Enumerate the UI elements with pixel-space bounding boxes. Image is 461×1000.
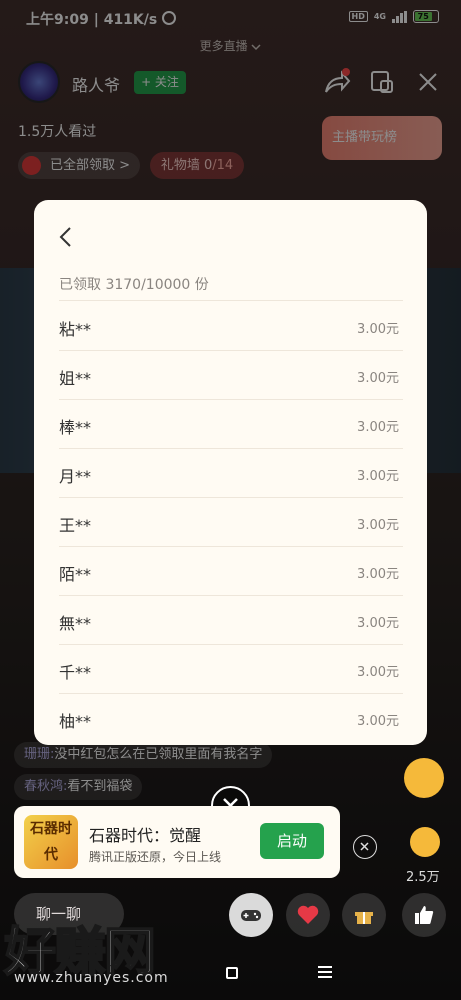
heart-icon [297,905,319,924]
record-name: 粘** [59,320,92,339]
record-amount: 3.00元 [357,371,399,386]
record-row: 棒** 3.00元 [59,399,399,448]
like-button[interactable] [286,893,330,937]
record-row: 月** 3.00元 [59,448,399,497]
record-amount: 3.00元 [357,420,399,435]
back-chevron-icon[interactable] [56,225,76,249]
record-amount: 3.00元 [357,567,399,582]
game-promo-card[interactable]: 石器时代 石器时代：觉醒 腾讯正版还原，今日上线 启动 [14,806,340,878]
game-logo: 石器时代 [24,815,78,869]
promo-subtitle: 腾讯正版还原，今日上线 [89,850,222,864]
record-row: 千** 3.00元 [59,644,399,693]
menu-button[interactable] [318,966,332,978]
record-amount: 3.00元 [357,469,399,484]
emoji-reaction [404,758,444,798]
record-amount: 3.00元 [357,714,399,729]
record-name: 月** [59,467,92,486]
like-count: 2.5万 [406,870,440,885]
record-row: 粘** 3.00元 [59,301,399,350]
record-amount: 3.00元 [357,665,399,680]
record-name: 陌** [59,565,92,584]
record-name: 無** [59,614,92,633]
claim-records-modal: 已领取 3170/10000 份 粘** 3.00元 姐** 3.00元 棒** 3.… [34,200,427,745]
record-name: 姐** [59,369,92,388]
record-row: 陌** 3.00元 [59,546,399,595]
chat-input[interactable]: 聊一聊 [14,893,124,935]
record-name: 棒** [59,418,92,437]
gift-icon [355,912,373,924]
promo-title: 石器时代：觉醒 [89,826,202,845]
launch-button[interactable]: 启动 [260,823,324,859]
thumbs-up-button[interactable] [402,893,446,937]
record-row: 姐** 3.00元 [59,350,399,399]
game-controller-icon [241,910,261,921]
record-name: 王** [59,516,92,535]
gift-button[interactable] [342,893,386,937]
close-icon [360,842,369,851]
game-button[interactable] [229,893,273,937]
record-row: 無** 3.00元 [59,595,399,644]
record-amount: 3.00元 [357,518,399,533]
record-amount: 3.00元 [357,322,399,337]
record-name: 千** [59,663,92,682]
claim-summary: 已领取 3170/10000 份 [59,277,209,293]
record-name: 柚** [59,712,92,731]
thumbs-up-icon [415,906,434,924]
record-row: 柚** 3.00元 [59,693,399,742]
home-button[interactable] [226,967,238,979]
record-amount: 3.00元 [357,616,399,631]
promo-close-button[interactable] [353,835,377,859]
record-row: 王** 3.00元 [59,497,399,546]
emoji-reaction [410,827,440,857]
